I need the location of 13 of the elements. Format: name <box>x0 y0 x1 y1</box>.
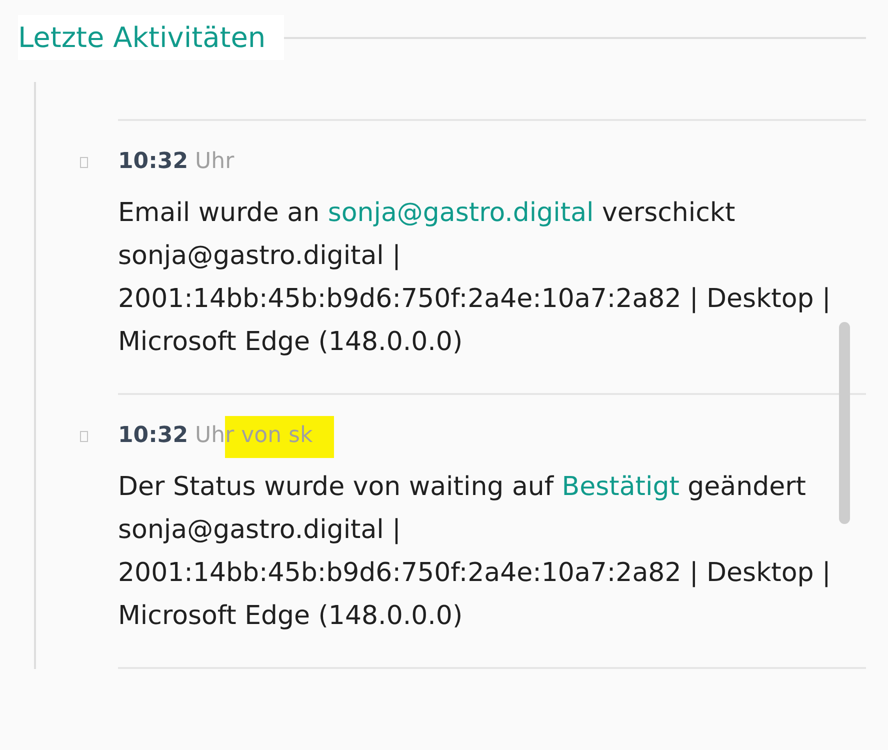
square-icon <box>80 156 88 168</box>
activity-time: 10:32 <box>118 422 188 450</box>
activity-details: sonja@gastro.digital | 2001:14bb:45b:b9d6:750f:2a4e:10a7:2a82 | Desktop | Microsoft Edge (148.0.0.0) <box>118 514 832 633</box>
section-title: Letzte Aktivitäten <box>18 15 284 60</box>
square-icon <box>80 430 88 442</box>
activity-meta: Uhr <box>195 149 234 174</box>
text-link[interactable]: sonja@gastro.digital <box>328 198 594 228</box>
activity-description: Email wurde an sonja@gastro.digital verschickt <box>118 197 736 230</box>
scrollbar-thumb[interactable] <box>839 322 850 524</box>
activity-details: sonja@gastro.digital | 2001:14bb:45b:b9d6:750f:2a4e:10a7:2a82 | Desktop | Microsoft Edge (148.0.0.0) <box>118 240 832 359</box>
activity-description: Der Status wurde von waiting auf Bestätigt geändert <box>118 471 807 504</box>
activity-time: 10:32 <box>118 148 188 176</box>
text-link[interactable]: Bestätigt <box>562 472 680 502</box>
